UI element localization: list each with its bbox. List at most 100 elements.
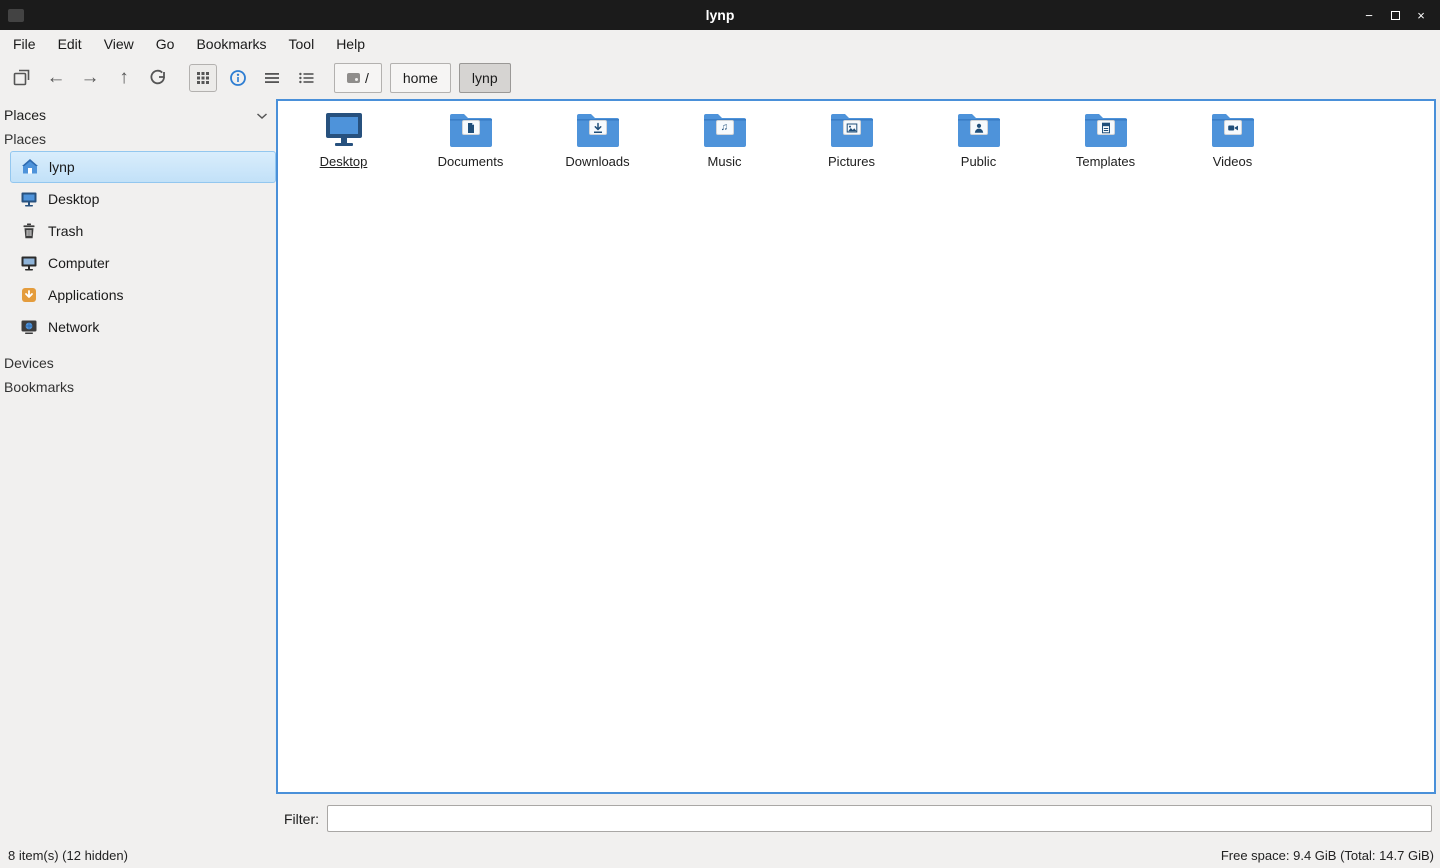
sidebar-item-trash[interactable]: Trash [10,215,276,247]
file-item-public[interactable]: Public [915,111,1042,187]
refresh-button[interactable] [142,63,174,93]
forward-icon: → [81,67,100,89]
file-label: Public [961,154,996,169]
file-label: Videos [1213,154,1253,169]
forward-button[interactable]: → [74,63,106,93]
file-label: Templates [1076,154,1135,169]
app-icon [8,9,24,22]
status-items-count: 8 item(s) (12 hidden) [8,848,128,863]
file-label: Documents [438,154,504,169]
info-button[interactable] [222,63,254,93]
titlebar: lynp − × [0,0,1440,30]
path-root-label: / [365,70,369,86]
sidebar: Places Places lynp Desktop [0,99,276,794]
computer-icon [20,254,38,272]
restore-icon [1391,11,1400,20]
filter-label: Filter: [284,811,319,827]
sidebar-item-label: Trash [48,223,83,239]
status-free-space: Free space: 9.4 GiB (Total: 14.7 GiB) [1221,848,1434,863]
file-label: Downloads [565,154,629,169]
network-icon [20,318,38,336]
list-view-icon [297,69,315,87]
folder-view[interactable]: Desktop Documents [276,99,1436,794]
menu-item-file[interactable]: File [2,33,47,55]
sidebar-item-lynp[interactable]: lynp [10,151,276,183]
file-item-desktop[interactable]: Desktop [280,111,407,187]
path-button-home[interactable]: home [390,63,451,93]
download-emblem-icon [589,120,607,135]
sidebar-group-places: Places [0,127,276,151]
sidebar-item-computer[interactable]: Computer [10,247,276,279]
path-button-lynp[interactable]: lynp [459,63,511,93]
window-controls: − × [1356,3,1440,27]
list-view-button[interactable] [290,63,322,93]
file-item-downloads[interactable]: Downloads [534,111,661,187]
sidebar-item-label: Desktop [48,191,99,207]
content-area: Places Places lynp Desktop [0,99,1440,794]
sidebar-item-label: Computer [48,255,109,271]
sidebar-item-desktop[interactable]: Desktop [10,183,276,215]
file-label: Desktop [320,154,368,169]
menu-item-tool[interactable]: Tool [278,33,326,55]
minimize-button[interactable]: − [1356,3,1382,27]
public-emblem-icon [970,120,988,135]
document-emblem-icon [462,120,480,135]
file-item-documents[interactable]: Documents [407,111,534,187]
menu-item-go[interactable]: Go [145,33,186,55]
menu-item-edit[interactable]: Edit [47,33,93,55]
sidebar-item-label: lynp [49,159,75,175]
back-icon: ← [47,67,66,89]
drive-icon [347,73,360,83]
new-window-button[interactable] [6,63,38,93]
window-title: lynp [0,7,1440,23]
file-item-pictures[interactable]: Pictures [788,111,915,187]
new-window-icon [12,68,32,88]
icon-grid: Desktop Documents [278,101,1434,187]
up-button[interactable]: ↑ [108,63,140,93]
home-icon [21,158,39,176]
desktop-folder-icon [321,111,367,149]
statusbar: 8 item(s) (12 hidden) Free space: 9.4 Gi… [0,843,1440,868]
up-icon: ↑ [119,67,129,89]
music-emblem-icon: ♫ [716,120,734,135]
file-label: Pictures [828,154,875,169]
menu-item-view[interactable]: View [93,33,145,55]
menu-item-help[interactable]: Help [325,33,376,55]
trash-icon [20,222,38,240]
restore-button[interactable] [1382,3,1408,27]
back-button[interactable]: ← [40,63,72,93]
file-item-music[interactable]: ♫ Music [661,111,788,187]
picture-emblem-icon [843,120,861,135]
video-emblem-icon [1224,120,1242,135]
path-home-label: home [403,70,438,86]
sidebar-item-network[interactable]: Network [10,311,276,343]
sidebar-item-applications[interactable]: Applications [10,279,276,311]
sidebar-group-bookmarks[interactable]: Bookmarks [0,375,276,399]
close-button[interactable]: × [1408,3,1434,27]
refresh-icon [148,68,168,88]
file-item-templates[interactable]: Templates [1042,111,1169,187]
menu-icon [263,69,281,87]
toolbar: ← → ↑ / [0,57,1440,99]
menubar: File Edit View Go Bookmarks Tool Help [0,30,1440,57]
chevron-down-icon[interactable] [256,107,268,123]
path-lynp-label: lynp [472,70,498,86]
sidebar-item-label: Applications [48,287,124,303]
places-pane-header[interactable]: Places [0,103,276,127]
filter-input[interactable] [327,805,1432,832]
sidebar-group-devices[interactable]: Devices [0,351,276,375]
file-label: Music [708,154,742,169]
file-item-videos[interactable]: Videos [1169,111,1296,187]
template-emblem-icon [1097,120,1115,135]
path-button-root[interactable]: / [334,63,382,93]
applications-icon [20,286,38,304]
icon-view-button[interactable] [189,64,217,92]
menu-item-bookmarks[interactable]: Bookmarks [185,33,277,55]
info-icon [228,68,248,88]
places-pane-title: Places [4,107,46,123]
icon-view-icon [196,71,210,85]
sidebar-item-label: Network [48,319,99,335]
filter-bar: Filter: [0,794,1440,843]
desktop-icon [20,190,38,208]
main-menu-button[interactable] [256,63,288,93]
